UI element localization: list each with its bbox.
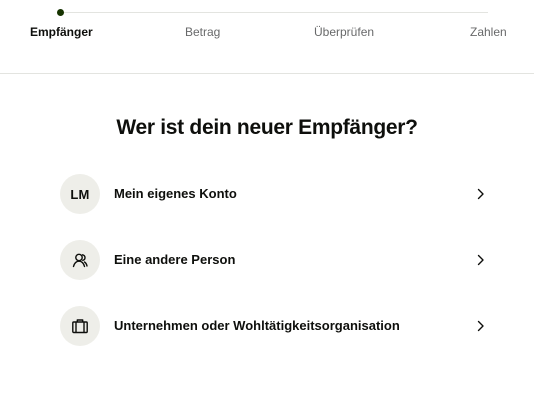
step-amount: Betrag [185,25,221,39]
option-business-charity[interactable]: Unternehmen oder Wohltätigkeitsorganisat… [60,306,490,346]
option-label: Unternehmen oder Wohltätigkeitsorganisat… [114,318,400,333]
business-avatar [60,306,100,346]
option-other-person[interactable]: Eine andere Person [60,240,490,280]
step-recipient: Empfänger [30,25,93,39]
step-pay: Zahlen [470,25,507,39]
option-label: Eine andere Person [114,252,236,267]
chevron-right-icon [476,186,486,202]
option-own-account[interactable]: LM Mein eigenes Konto [60,174,490,214]
chevron-right-icon [476,252,486,268]
step-review: Überprüfen [314,25,375,39]
stepper-current-dot [57,9,64,16]
briefcase-icon [72,319,88,334]
person-icon [72,253,88,268]
avatar-initials: LM [70,186,90,202]
person-avatar [60,240,100,280]
page-title: Wer ist dein neuer Empfänger? [116,116,418,139]
progress-stepper: Empfänger Betrag Überprüfen Zahlen [0,0,534,74]
option-label: Mein eigenes Konto [114,186,237,201]
stepper-track [60,12,488,13]
chevron-right-icon [476,318,486,334]
avatar: LM [60,174,100,214]
